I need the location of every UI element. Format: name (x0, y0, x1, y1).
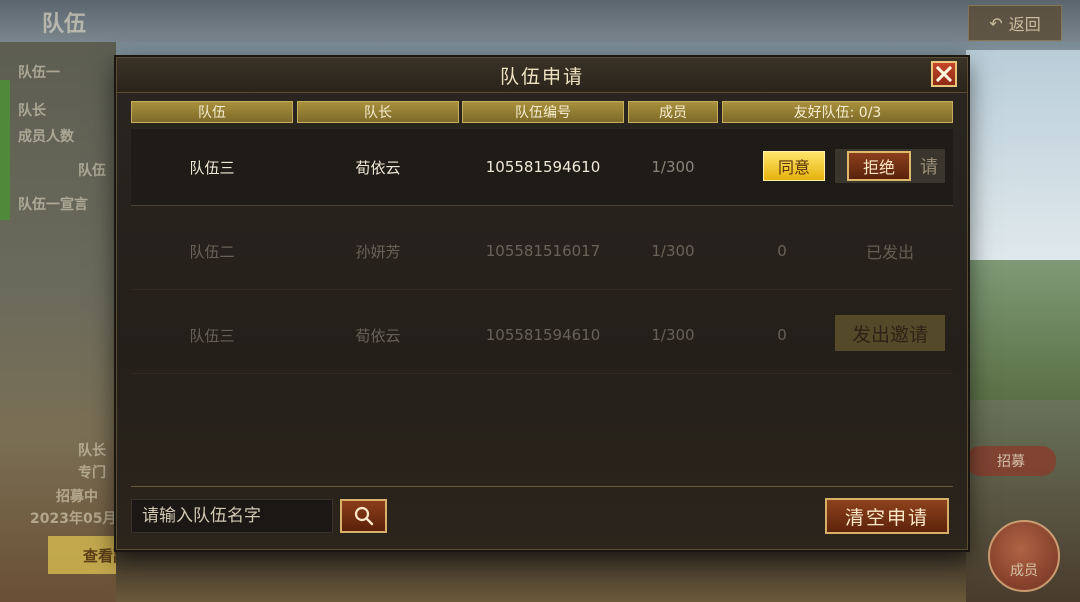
clear-applications-button[interactable]: 清空申请 (825, 498, 949, 534)
close-icon (936, 66, 952, 82)
back-arrow-icon: ↶ (989, 13, 1003, 33)
member-count-label: 成员人数 (18, 129, 74, 145)
recruit-label: 招募中 (56, 489, 98, 505)
leader-cell: 荀依云 (355, 326, 401, 345)
agree-button[interactable]: 同意 (763, 151, 825, 181)
team-name-cell: 队伍二 (189, 242, 235, 261)
close-button[interactable] (931, 61, 957, 87)
screen-title: 队伍 (42, 12, 87, 37)
application-row: 队伍三 荀依云 105581594610 1/300 请 同意 拒绝 (131, 129, 953, 206)
back-button[interactable]: ↶ 返回 (968, 5, 1062, 41)
team-id-cell: 105581516017 (485, 242, 601, 260)
send-invite-button: 发出邀请 (835, 315, 945, 351)
faded-team-row: 队伍三 荀依云 105581594610 1/300 0 发出邀请 (131, 297, 953, 374)
column-header-friendly-teams: 友好队伍: 0/3 (722, 101, 953, 123)
top-bar (0, 0, 1080, 42)
column-headers: 队伍 队长 队伍编号 成员 友好队伍: 0/3 (131, 101, 953, 123)
date-label: 2023年05月 (30, 511, 117, 527)
reject-button[interactable]: 拒绝 (847, 151, 911, 181)
back-label: 返回 (1008, 15, 1041, 34)
team-search-input[interactable] (131, 499, 333, 533)
faded-team-row: 队伍二 孙妍芳 105581516017 1/300 0 已发出 (131, 213, 953, 290)
leader-label: 队长 (18, 103, 46, 119)
footer-divider (131, 486, 953, 487)
column-header-team-id: 队伍编号 (462, 101, 624, 123)
members-circle-button[interactable]: 成员 (988, 520, 1060, 592)
search-icon (354, 506, 373, 526)
team-motto-label: 队伍一宣言 (18, 197, 88, 213)
leader-cell: 荀依云 (355, 158, 401, 177)
dialog-header: 队伍申请 (117, 58, 967, 93)
team-id-cell: 105581594610 (485, 326, 601, 344)
invite-status: 已发出 (865, 243, 914, 262)
friendly-count-cell: 0 (777, 326, 787, 344)
hills-scenery (966, 260, 1080, 400)
friendly-count-cell: 0 (777, 242, 787, 260)
team-name-text: 队伍一 (18, 65, 60, 81)
members-cell: 1/300 (651, 158, 695, 176)
team-label: 队伍 (78, 163, 106, 179)
column-header-members: 成员 (628, 101, 718, 123)
team-name-cell: 队伍三 (189, 326, 235, 345)
team-id-cell: 105581594610 (485, 158, 601, 176)
specialty-label: 专门 (78, 465, 106, 481)
team-application-dialog: 队伍申请 队伍 队长 队伍编号 成员 友好队伍: 0/3 队伍三 荀依云 105… (116, 57, 968, 550)
team-name-cell: 队伍三 (189, 158, 235, 177)
dialog-title: 队伍申请 (499, 66, 584, 88)
members-cell: 1/300 (651, 326, 695, 344)
search-button[interactable] (340, 499, 387, 533)
recruit-pill-button[interactable]: 招募 (966, 446, 1056, 476)
application-list: 队伍三 荀依云 105581594610 1/300 请 同意 拒绝 队伍二 孙… (131, 129, 953, 459)
panel-accent (0, 80, 10, 220)
column-header-team: 队伍 (131, 101, 293, 123)
leader-label-2: 队长 (78, 443, 106, 459)
members-cell: 1/300 (651, 242, 695, 260)
bottom-scenery (116, 548, 966, 602)
leader-cell: 孙妍芳 (355, 242, 401, 261)
column-header-leader: 队长 (297, 101, 459, 123)
